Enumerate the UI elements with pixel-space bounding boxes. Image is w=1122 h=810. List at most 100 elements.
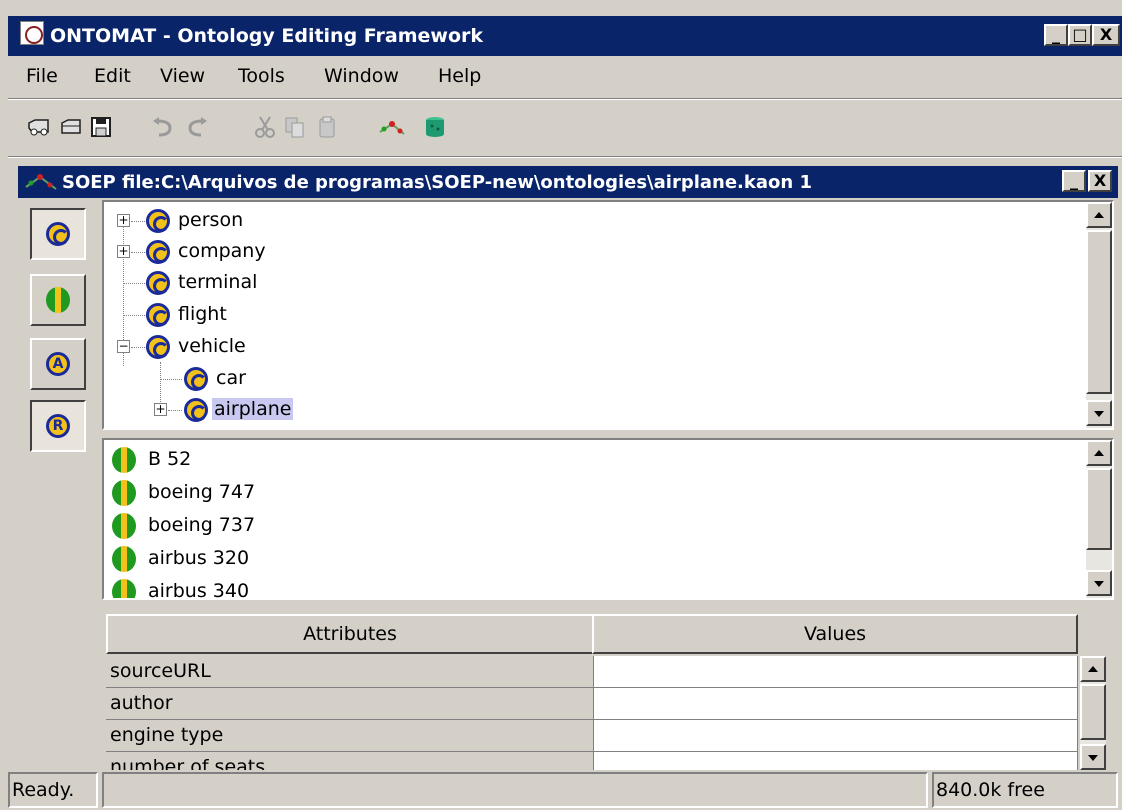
concept-icon	[146, 271, 170, 295]
instance-icon	[46, 287, 70, 313]
attributes-view-button[interactable]: A	[30, 338, 86, 390]
toolbar	[8, 104, 1122, 152]
tree-branch-line	[123, 315, 145, 316]
instance-label: boeing 737	[148, 514, 256, 536]
expand-icon[interactable]: +	[154, 403, 167, 416]
instance-label: airbus 320	[148, 547, 250, 569]
open-file-icon[interactable]	[58, 114, 84, 140]
concept-icon	[146, 303, 170, 327]
relation-icon: R	[46, 414, 70, 438]
scroll-up-arrow-icon[interactable]	[1080, 656, 1106, 682]
concept-icon	[146, 240, 170, 264]
concept-icon	[46, 222, 70, 246]
soep-close-button[interactable]: X	[1088, 170, 1112, 192]
menu-help[interactable]: Help	[438, 65, 481, 87]
instance-list-panel[interactable]: B 52 boeing 747 boeing 737 airbus 320 ai…	[102, 438, 1114, 600]
tree-node-label: flight	[178, 303, 227, 325]
table-cell-value[interactable]	[594, 688, 1078, 720]
soep-window-title-bar: SOEP file:C:\Arquivos de programas\SOEP-…	[18, 166, 1118, 198]
tree-node-label: terminal	[178, 271, 258, 293]
concept-icon	[146, 335, 170, 359]
paste-icon[interactable]	[314, 114, 340, 140]
tree-branch-line	[168, 410, 182, 411]
expand-icon[interactable]: +	[117, 245, 130, 258]
concept-icon	[184, 367, 208, 391]
menu-file[interactable]: File	[26, 65, 58, 87]
tree-branch-line	[131, 221, 145, 222]
soep-icon	[25, 174, 57, 190]
tree-branch-line	[131, 252, 145, 253]
menu-view[interactable]: View	[160, 65, 205, 87]
memory-status: 840.0k free	[932, 772, 1118, 808]
tree-node-label: person	[178, 209, 244, 231]
undo-icon[interactable]	[150, 114, 176, 140]
menu-tools[interactable]: Tools	[238, 65, 285, 87]
soep-window-title: SOEP file:C:\Arquivos de programas\SOEP-…	[62, 172, 812, 193]
table-cell-value[interactable]	[594, 720, 1078, 752]
tree-node-label-selected: airplane	[212, 398, 294, 420]
instance-icon	[112, 546, 136, 572]
expand-icon[interactable]: +	[117, 214, 130, 227]
tree-node-label: company	[178, 240, 266, 262]
save-icon[interactable]	[88, 114, 114, 140]
status-message: Ready.	[8, 772, 98, 808]
concepts-view-button[interactable]	[30, 208, 86, 260]
menu-window[interactable]: Window	[324, 65, 399, 87]
close-button[interactable]: X	[1092, 24, 1120, 46]
app-title-bar: ONTOMAT - Ontology Editing Framework _ □…	[8, 16, 1122, 56]
tree-branch-line	[160, 379, 182, 380]
scroll-down-arrow-icon[interactable]	[1080, 744, 1106, 770]
minimize-button[interactable]: _	[1044, 24, 1068, 46]
scroll-thumb[interactable]	[1086, 230, 1112, 394]
cut-icon[interactable]	[252, 114, 278, 140]
copy-icon[interactable]	[282, 114, 308, 140]
scroll-thumb[interactable]	[1086, 468, 1112, 550]
table-cell-value[interactable]	[594, 752, 1078, 770]
redo-icon[interactable]	[184, 114, 210, 140]
column-header-values[interactable]: Values	[592, 614, 1078, 654]
instance-label: airbus 340	[148, 580, 250, 600]
scroll-down-arrow-icon[interactable]	[1086, 570, 1112, 596]
table-cell-attribute: number of seats	[106, 752, 594, 770]
scroll-up-arrow-icon[interactable]	[1086, 440, 1112, 466]
menu-separator	[8, 98, 1122, 100]
instance-icon	[112, 480, 136, 506]
open-ontology-icon[interactable]	[26, 114, 52, 140]
scroll-thumb[interactable]	[1080, 684, 1106, 740]
concept-icon	[146, 209, 170, 233]
relations-view-button[interactable]: R	[30, 400, 86, 452]
toolbar-separator	[8, 156, 1122, 158]
tree-node-label: car	[216, 367, 246, 389]
instance-icon	[112, 513, 136, 539]
instance-label: boeing 747	[148, 481, 256, 503]
table-cell-value[interactable]	[594, 656, 1078, 688]
tree-branch-line	[123, 283, 145, 284]
instance-icon	[112, 447, 136, 473]
concept-icon	[184, 398, 208, 422]
column-header-attributes[interactable]: Attributes	[106, 614, 594, 654]
soep-minimize-button[interactable]: _	[1062, 170, 1086, 192]
collapse-icon[interactable]: −	[117, 340, 130, 353]
app-title: ONTOMAT - Ontology Editing Framework	[50, 25, 484, 47]
maximize-button[interactable]: □	[1068, 24, 1092, 46]
concept-tree-panel[interactable]: + person + company terminal flight − veh…	[102, 200, 1114, 430]
instance-scrollbar[interactable]	[1086, 440, 1112, 598]
scroll-up-arrow-icon[interactable]	[1086, 202, 1112, 228]
tree-node-label: vehicle	[178, 335, 246, 357]
instance-label: B 52	[148, 448, 192, 470]
menu-edit[interactable]: Edit	[94, 65, 131, 87]
scroll-down-arrow-icon[interactable]	[1086, 400, 1112, 426]
menu-bar: File Edit View Tools Window Help	[8, 58, 1122, 96]
status-spacer	[102, 772, 928, 808]
instance-icon	[112, 579, 136, 598]
instances-view-button[interactable]	[30, 274, 86, 326]
tree-scrollbar[interactable]	[1086, 202, 1112, 428]
table-scrollbar[interactable]	[1080, 656, 1106, 770]
status-bar: Ready. 840.0k free	[8, 770, 1122, 810]
table-cell-attribute: sourceURL	[106, 656, 594, 688]
ontomat-logo-icon	[20, 21, 44, 45]
database-icon[interactable]	[422, 114, 448, 140]
ontology-graph-icon[interactable]	[378, 114, 405, 140]
attribute-icon: A	[46, 352, 70, 376]
table-cell-attribute: engine type	[106, 720, 594, 752]
